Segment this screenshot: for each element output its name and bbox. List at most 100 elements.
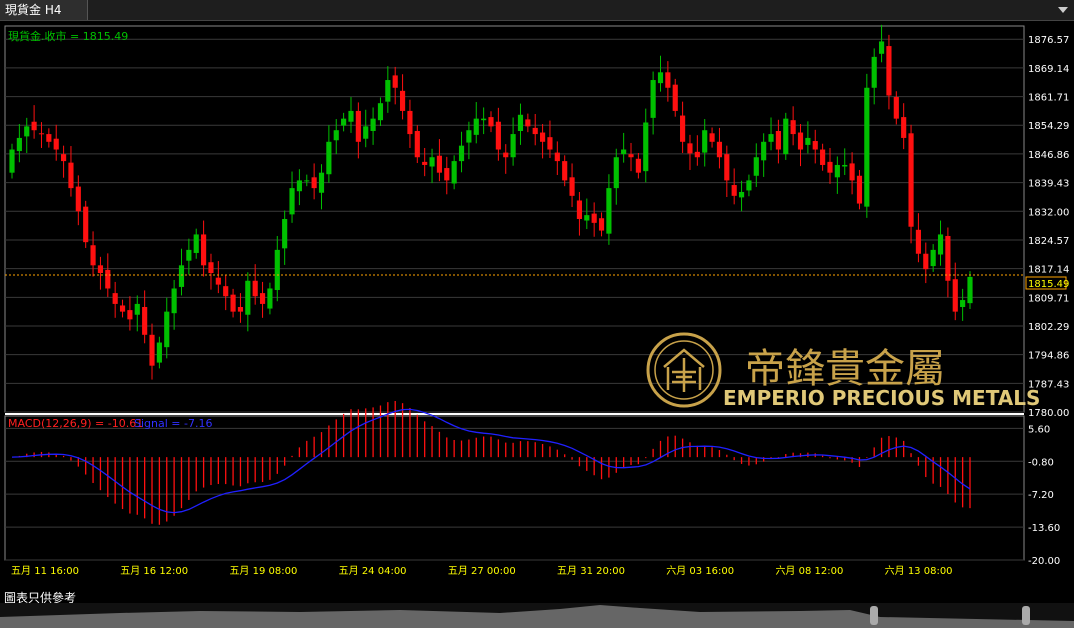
candle-body (864, 87, 870, 207)
candle-body (422, 161, 428, 165)
candle-body (945, 235, 951, 281)
candle-body (790, 120, 796, 135)
tab-chart[interactable]: 現貨金 H4 (0, 0, 88, 20)
macd-tick-label: -13.60 (1028, 523, 1060, 534)
candle-body (738, 191, 745, 198)
candle-body (901, 117, 907, 138)
navigator-handle-left[interactable] (870, 606, 878, 625)
candle-body (672, 84, 678, 111)
y-tick-label: 1846.86 (1028, 150, 1069, 161)
candle-body (878, 41, 885, 54)
candle-body (105, 269, 111, 289)
navigator-overview (0, 605, 1074, 628)
candle-body (967, 276, 973, 304)
candle-body (24, 126, 30, 137)
macd-tick-label: -0.80 (1028, 457, 1054, 468)
candle-body (16, 137, 22, 152)
candle-body (517, 114, 524, 131)
candle-body (834, 164, 840, 178)
candle-body (643, 122, 649, 172)
candle-body (53, 138, 59, 150)
candle-body (562, 161, 568, 181)
candle-body (215, 277, 221, 285)
x-tick-label: 六月 08 12:00 (775, 565, 843, 577)
candle-body (363, 126, 369, 139)
navigator-bar[interactable] (0, 603, 1074, 628)
candle-body (267, 288, 273, 309)
candle-body (753, 157, 759, 176)
candle-body (296, 180, 302, 192)
x-tick-label: 五月 24 04:00 (339, 565, 407, 577)
candle-body (665, 72, 671, 88)
candle-body (429, 157, 435, 167)
y-tick-label: 1861.71 (1028, 93, 1069, 104)
y-tick-label: 1824.57 (1028, 236, 1069, 247)
candle-body (193, 234, 199, 253)
candle-body (694, 151, 700, 158)
candle-body (650, 80, 656, 118)
candle-body (547, 137, 553, 150)
candle-body (134, 303, 140, 315)
candle-body (893, 97, 899, 119)
candle-body (761, 141, 767, 161)
candle-body (9, 149, 15, 173)
candle-body (385, 80, 391, 102)
candle-body (768, 134, 774, 142)
navigator-handle-right[interactable] (1022, 606, 1030, 625)
candle-body (856, 175, 863, 204)
candle-body (532, 127, 538, 135)
candle-body (341, 118, 347, 126)
candle-body (31, 121, 37, 131)
candle-body (606, 188, 612, 234)
candle-body (680, 115, 686, 142)
candle-body (444, 168, 450, 181)
candle-body (540, 132, 546, 142)
candle-body (377, 103, 384, 121)
candle-body (635, 158, 641, 173)
candle-body (621, 149, 627, 155)
candle-body (68, 162, 74, 189)
candle-body (871, 56, 877, 88)
chart-area[interactable]: 1876.57 1869.14 1861.71 1854.29 1846.86 1839.… (0, 20, 1074, 603)
candle-body (525, 119, 531, 127)
candle-body (414, 130, 420, 158)
candle-body (886, 46, 892, 96)
chevron-down-icon[interactable] (1058, 7, 1068, 13)
candle-body (392, 75, 398, 88)
candle-body (370, 118, 376, 131)
candle-body (171, 288, 177, 314)
candle-body (149, 334, 155, 366)
candle-body (112, 293, 118, 304)
x-tick-label: 六月 13 08:00 (885, 565, 953, 577)
current-price-value: 1815.49 (1028, 279, 1069, 290)
candle-body (61, 154, 67, 162)
candle-body (628, 154, 634, 158)
x-tick-label: 五月 31 20:00 (557, 565, 625, 577)
candle-body (38, 133, 45, 135)
main-panel-label: 現貨金.收市 = 1815.49 (8, 29, 128, 43)
candle-body (960, 300, 966, 308)
candle-body (348, 110, 354, 122)
candle-body (466, 130, 472, 143)
candle-body (709, 133, 715, 142)
candle-body (731, 185, 737, 196)
candle-body (119, 305, 126, 312)
candle-body (805, 137, 811, 145)
macd-tick-label: -20.00 (1028, 556, 1060, 567)
y-tick-label: 1839.43 (1028, 179, 1069, 190)
candle-body (598, 218, 605, 231)
candle-body (127, 310, 133, 320)
candle-body (164, 311, 170, 348)
logo-emblem (663, 348, 705, 392)
candle-body (259, 293, 266, 304)
candle-body (827, 161, 833, 173)
candle-body (554, 152, 560, 162)
candle-body (252, 280, 258, 297)
tab-bar: 現貨金 H4 (0, 0, 1074, 21)
candle-body (584, 215, 590, 221)
candle-body (201, 234, 207, 266)
candle-body (591, 213, 597, 223)
watermark: 帝鋒貴金屬 EMPERIO PRECIOUS METALS (646, 332, 1040, 410)
y-tick-label: 1794.86 (1028, 351, 1069, 362)
candle-body (436, 155, 442, 173)
